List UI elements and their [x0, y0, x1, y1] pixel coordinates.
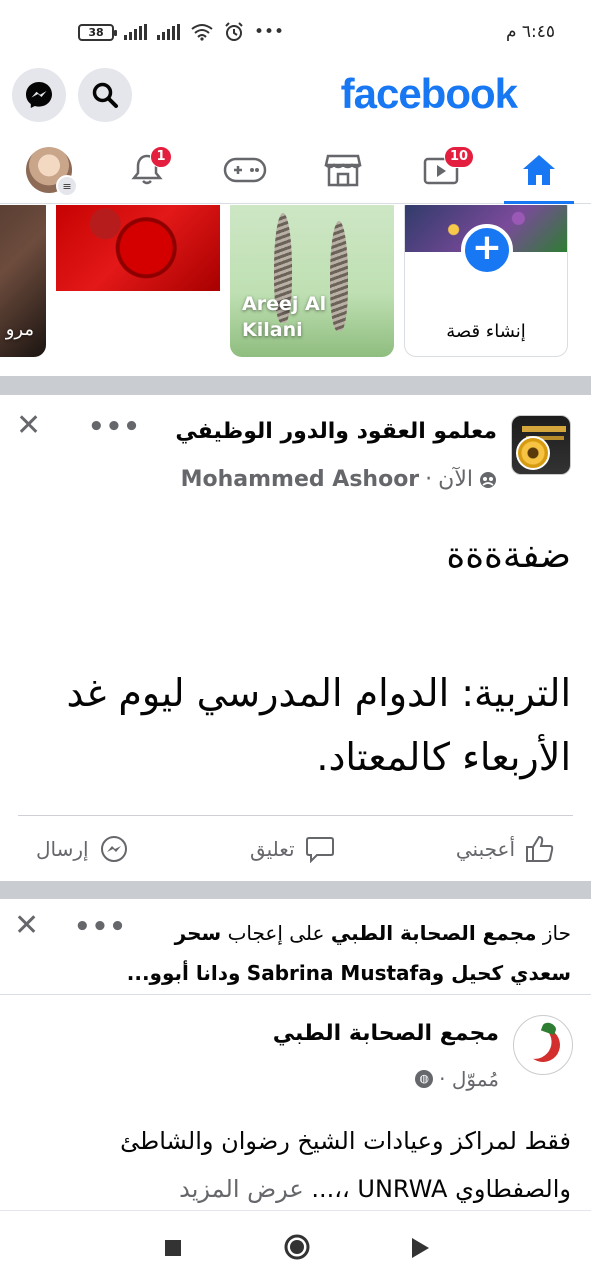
gamepad-icon: [223, 157, 267, 183]
like-button[interactable]: أعجبني: [456, 835, 555, 863]
create-story-card[interactable]: + إنشاء قصة: [404, 205, 568, 357]
activity-text: على إعجاب: [227, 921, 325, 945]
activity-text: حاز: [542, 921, 571, 945]
page-avatar[interactable]: [511, 415, 571, 475]
wifi-icon: [191, 24, 213, 41]
more-options-icon[interactable]: •••: [88, 414, 141, 440]
crescent-logo-icon: [521, 1023, 565, 1067]
page-avatar[interactable]: [513, 1015, 573, 1075]
like-icon: [526, 835, 554, 862]
activity-person-link[interactable]: سعدي كحيل و: [432, 961, 571, 985]
menu-icon: ≡: [56, 175, 78, 197]
send-label: إرسال: [36, 836, 89, 861]
messenger-send-icon: [100, 835, 127, 862]
tab-marketplace[interactable]: [294, 136, 392, 204]
see-more-link[interactable]: عرض المزيد: [179, 1175, 304, 1203]
post-text: ضفةةةة: [446, 535, 571, 576]
facebook-logo[interactable]: facebook: [341, 70, 518, 118]
story-author-name: مرو: [5, 319, 34, 340]
post-author[interactable]: Mohammed Ashoor: [181, 467, 420, 492]
search-icon: [92, 82, 118, 108]
activity-person-link[interactable]: Sabrina Mustafa: [247, 961, 432, 985]
create-story-label: إنشاء قصة: [446, 321, 526, 342]
avatar: ≡: [26, 147, 78, 197]
post-time[interactable]: الآن: [438, 467, 473, 492]
notifications-badge: 1: [150, 146, 172, 168]
recent-apps-button[interactable]: [164, 1239, 182, 1261]
comment-label: تعليق: [249, 836, 295, 861]
post-page-name[interactable]: مجمع الصحابة الطبي: [273, 1021, 499, 1046]
triangle-back-icon: [412, 1238, 429, 1258]
separator: [0, 994, 591, 995]
globe-icon: ◍: [415, 1070, 434, 1088]
home-button[interactable]: [283, 1233, 311, 1265]
story-card[interactable]: Areej Al Kilani: [230, 205, 394, 357]
circle-icon: [284, 1234, 310, 1260]
square-icon: [165, 1240, 181, 1256]
app-header: facebook: [0, 62, 591, 126]
feed-divider: [0, 376, 591, 395]
activity-person-link[interactable]: ودانا أبوو...: [127, 961, 241, 985]
feed-divider: [0, 881, 591, 899]
more-dots-icon: •••: [254, 21, 285, 42]
tab-watch[interactable]: 10: [392, 136, 490, 204]
post-page-name[interactable]: معلمو العقود والدور الوظيفي: [175, 419, 497, 444]
tab-profile-menu[interactable]: ≡: [0, 136, 98, 204]
plus-icon: +: [461, 224, 513, 276]
status-icons: 38 •••: [78, 22, 284, 42]
activity-page-link[interactable]: مجمع الصحابة الطبي: [331, 921, 537, 945]
store-icon: [324, 154, 362, 187]
comment-icon: [305, 836, 334, 863]
post-text: فقط لمراكز وعيادات الشيخ رضوان والشاطئ و…: [120, 1127, 571, 1203]
tab-notifications[interactable]: 1: [98, 136, 196, 204]
status-bar: 38 ••• ٦:٤٥ م: [0, 0, 591, 62]
sponsored-label[interactable]: مُموّل ·: [439, 1067, 499, 1091]
tab-home[interactable]: [490, 136, 588, 204]
signal-icon: [157, 24, 180, 40]
home-icon: [523, 155, 555, 185]
post-actions: أعجبني تعليق إرسال: [18, 815, 573, 881]
main-nav: ≡ 1 10: [0, 136, 591, 204]
signal-icon: [124, 24, 147, 40]
feed-post: معلمو العقود والدور الوظيفي الآن · Moham…: [0, 395, 591, 881]
send-button[interactable]: إرسال: [36, 834, 129, 864]
system-navigation-bar: [0, 1210, 591, 1280]
story-author-name: Areej Al Kilani: [242, 293, 327, 341]
post-meta: الآن · Mohammed Ashoor: [181, 467, 497, 492]
close-icon[interactable]: ✕: [16, 411, 41, 441]
battery-icon: 38: [78, 23, 117, 41]
activity-line: حاز مجمع الصحابة الطبي على إعجاب سحر سعد…: [118, 913, 571, 993]
feed-post: حاز مجمع الصحابة الطبي على إعجاب سحر سعد…: [0, 899, 591, 1211]
group-privacy-icon: [480, 471, 496, 488]
alarm-icon: [225, 22, 243, 41]
more-options-icon[interactable]: •••: [74, 914, 127, 940]
status-time: ٦:٤٥ م: [505, 22, 555, 42]
tab-gaming[interactable]: [196, 136, 294, 204]
watch-badge: 10: [444, 146, 475, 168]
like-label: أعجبني: [455, 836, 515, 861]
search-button[interactable]: [78, 68, 132, 122]
post-text: التربية: الدوام المدرسي ليوم غد الأربعاء…: [66, 671, 571, 779]
messenger-icon: [26, 82, 52, 108]
story-card[interactable]: [56, 205, 220, 291]
messenger-button[interactable]: [12, 68, 66, 122]
story-card[interactable]: مرو: [0, 205, 46, 357]
back-button[interactable]: [410, 1237, 430, 1263]
activity-person-link[interactable]: سحر: [175, 921, 222, 945]
close-icon[interactable]: ✕: [14, 911, 39, 941]
comment-button[interactable]: تعليق: [250, 835, 335, 863]
stories-tray: مرو Areej Al Kilani + إنشاء قصة: [0, 205, 591, 375]
post-meta: مُموّل · ◍: [415, 1067, 499, 1091]
